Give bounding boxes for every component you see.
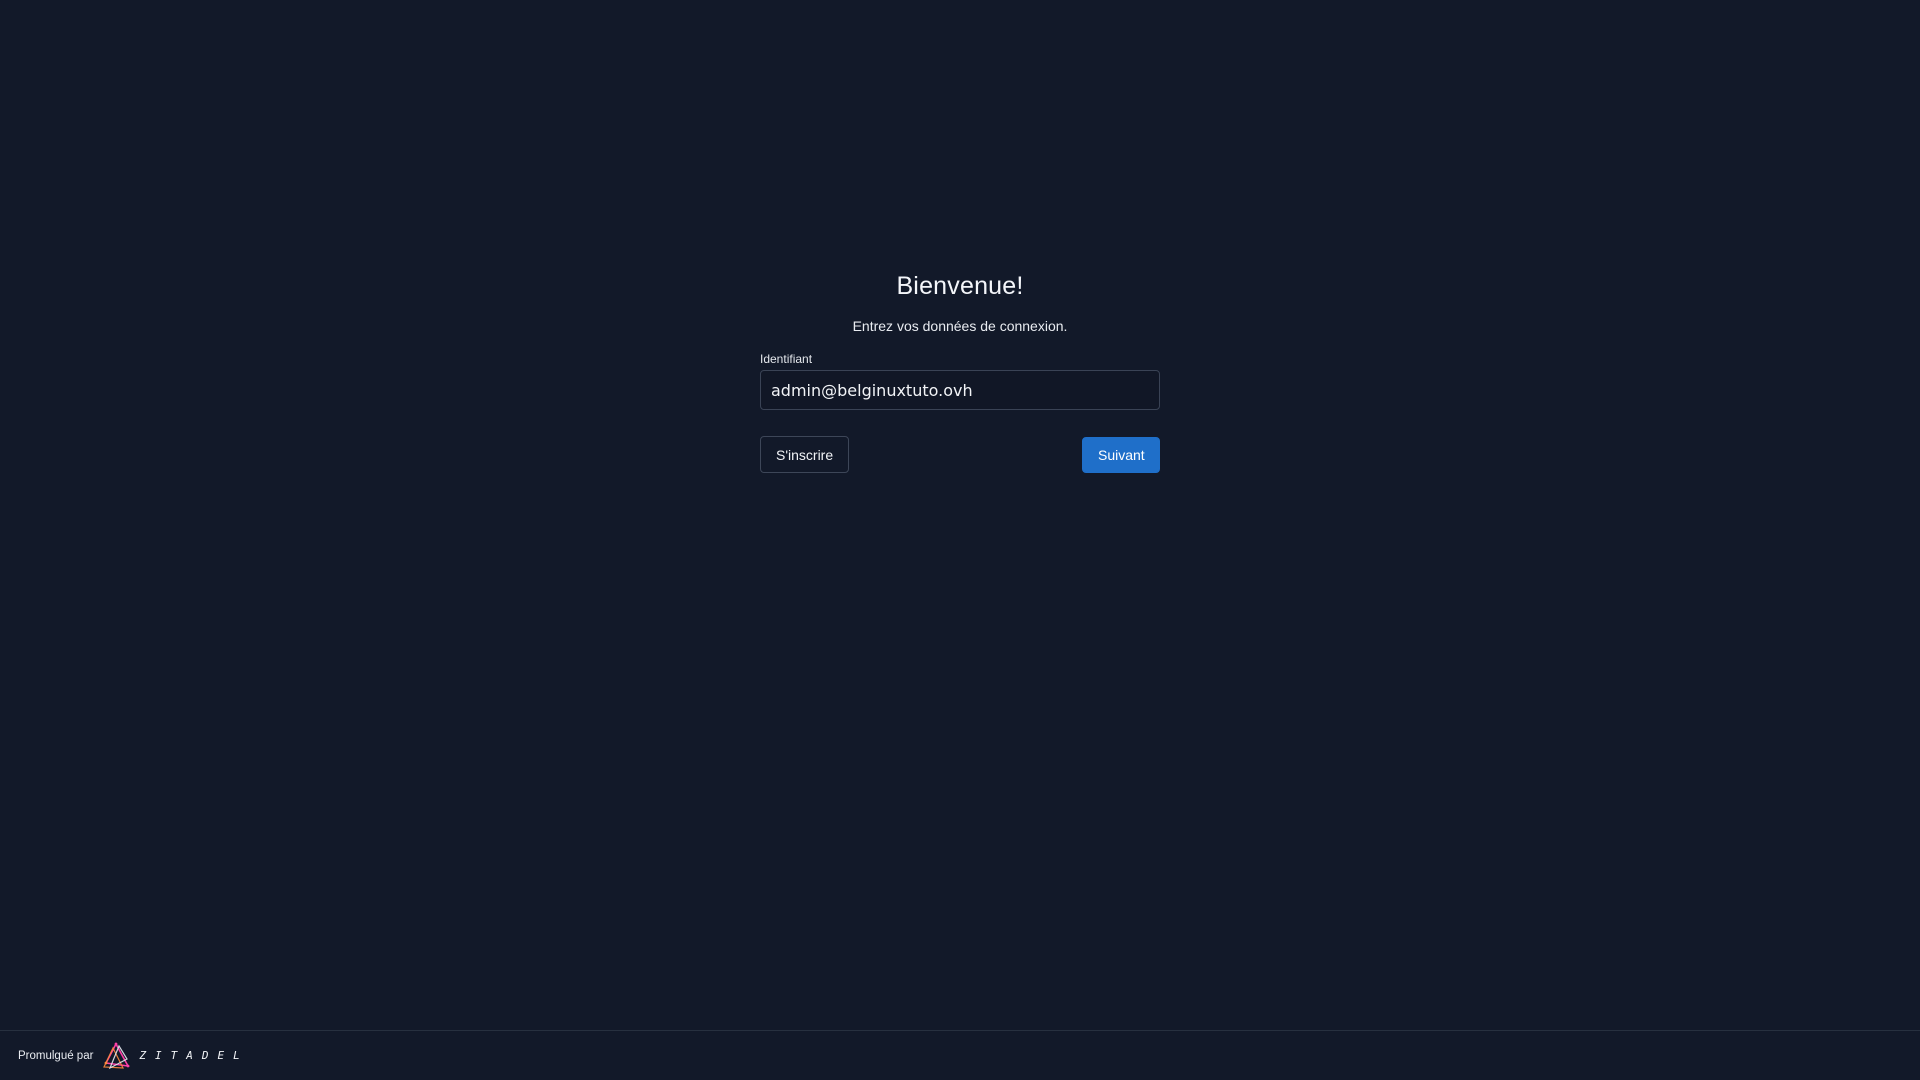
username-label: Identifiant [760,352,813,366]
username-input[interactable] [760,370,1160,410]
login-card: Bienvenue! Entrez vos données de connexi… [760,264,1160,473]
page-subtitle: Entrez vos données de connexion. [852,318,1068,334]
login-page: Bienvenue! Entrez vos données de connexi… [0,0,1920,1080]
zitadel-wordmark: ZITADEL [139,1049,249,1062]
register-button[interactable]: S'inscrire [760,436,849,473]
powered-by-text: Promulgué par [18,1049,94,1062]
footer: Promulgué par ZITADEL [0,1030,1920,1080]
form-actions: S'inscrire Suivant [760,436,1160,473]
zitadel-logo-link[interactable]: ZITADEL [101,1041,248,1071]
next-button[interactable]: Suivant [1082,436,1160,473]
page-title: Bienvenue! [896,272,1024,300]
zitadel-logo-icon [103,1041,130,1069]
